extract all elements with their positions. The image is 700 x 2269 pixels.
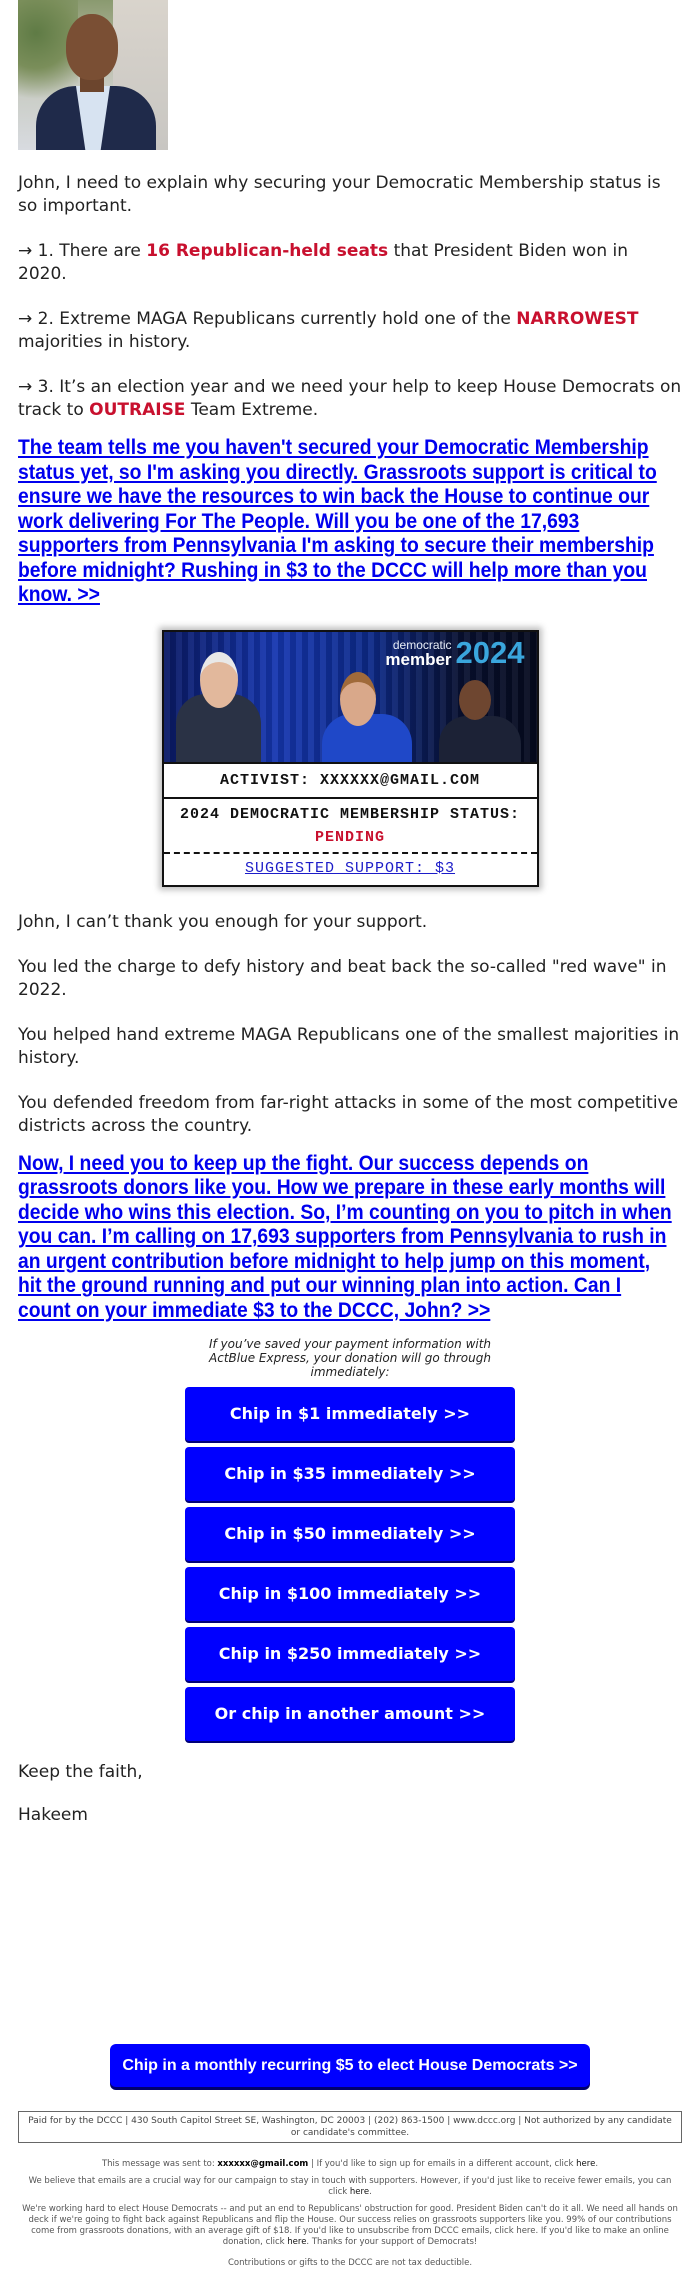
hakeem-portrait-image <box>18 0 168 150</box>
cta-link-membership[interactable]: The team tells me you haven't secured yo… <box>18 436 678 608</box>
paragraph-thanks: John, I can’t thank you enough for your … <box>18 911 428 932</box>
cta-link-fight[interactable]: Now, I need you to keep up the fight. Ou… <box>18 1152 678 1324</box>
donate-1-button[interactable]: Chip in $1 immediately >> <box>185 1387 515 1441</box>
brand-member: member <box>385 649 452 669</box>
point-3-suffix: Team Extreme. <box>185 400 319 420</box>
sent-to-suffix: | If you'd like to sign up for emails in… <box>308 2159 577 2169</box>
donate-250-button[interactable]: Chip in $250 immediately >> <box>185 1627 515 1681</box>
paragraph-defended: You defended freedom from far-right atta… <box>18 1092 679 1136</box>
signoff: Keep the faith, <box>18 1762 143 1782</box>
sent-to-line: This message was sent to: xxxxxx@gmail.c… <box>18 2159 682 2170</box>
fewer-emails-link[interactable]: here <box>350 2187 369 2197</box>
point-2-prefix: → 2. Extreme MAGA Republicans currently … <box>18 309 517 329</box>
donate-100-button[interactable]: Chip in $100 immediately >> <box>185 1567 515 1621</box>
tax-deductible-note: Contributions or gifts to the DCCC are n… <box>227 2258 473 2268</box>
point-1: → 1. There are 16 Republican-held seats … <box>18 240 682 286</box>
card-status-label: 2024 DEMOCRATIC MEMBERSHIP STATUS: <box>179 805 521 823</box>
photo-person-jeffries <box>438 679 521 762</box>
membership-card[interactable]: democratic member 2024 ACTIVIST: XXXXXX@… <box>161 629 539 887</box>
photo-person-pelosi <box>321 671 412 762</box>
point-2-highlight: NARROWEST <box>516 309 639 329</box>
paragraph-red-wave: You led the charge to defy history and b… <box>18 956 667 1000</box>
email-body: John, I need to explain why securing you… <box>0 0 700 1827</box>
point-2: → 2. Extreme MAGA Republicans currently … <box>18 308 682 354</box>
signup-different-account-link[interactable]: here <box>576 2159 595 2169</box>
card-activist-email: ACTIVIST: XXXXXX@GMAIL.COM <box>163 761 537 799</box>
actblue-express-note: If you’ve saved your payment information… <box>208 1337 492 1379</box>
sent-to-period: . <box>595 2159 599 2169</box>
photo-head <box>66 14 118 80</box>
sent-to-email: xxxxxx@gmail.com <box>217 2159 309 2169</box>
fewer-emails-period: . <box>369 2187 372 2197</box>
monthly-recurring-button[interactable]: Chip in a monthly recurring $5 to elect … <box>110 2044 590 2087</box>
fewer-emails-line: We believe that emails are a crucial way… <box>18 2176 682 2198</box>
brand-year: 2024 <box>455 634 525 670</box>
online-donation-link[interactable]: here <box>287 2237 306 2247</box>
signature: Hakeem <box>18 1805 88 1825</box>
suggested-support-link[interactable]: SUGGESTED SUPPORT: $3 <box>245 860 455 877</box>
donate-50-button[interactable]: Chip in $50 immediately >> <box>185 1507 515 1561</box>
card-photo-banner[interactable]: democratic member 2024 <box>163 631 537 762</box>
intro-paragraph: John, I need to explain why securing you… <box>18 173 661 216</box>
donate-other-amount-button[interactable]: Or chip in another amount >> <box>185 1687 515 1741</box>
paragraph-majorities: You helped hand extreme MAGA Republicans… <box>18 1024 680 1068</box>
paid-for-disclaimer: Paid for by the DCCC | 430 South Capitol… <box>18 2111 682 2143</box>
photo-person-biden <box>175 651 261 762</box>
point-3-highlight: OUTRAISE <box>89 400 186 420</box>
donate-35-button[interactable]: Chip in $35 immediately >> <box>185 1447 515 1501</box>
point-2-suffix: majorities in history. <box>18 332 191 352</box>
point-3: → 3. It’s an election year and we need y… <box>18 376 682 422</box>
card-suggested-row: SUGGESTED SUPPORT: $3 <box>164 854 537 885</box>
working-hard-suffix: . Thanks for your support of Democrats! <box>306 2237 478 2247</box>
card-brand-logo: democratic member 2024 <box>385 634 525 670</box>
card-status-value: PENDING <box>163 825 537 854</box>
brand-democratic: democratic <box>392 637 452 652</box>
point-1-prefix: → 1. There are <box>18 241 147 261</box>
point-1-highlight: 16 Republican-held seats <box>146 241 389 261</box>
sent-to-prefix: This message was sent to: <box>101 2159 218 2169</box>
working-hard-line: We're working hard to elect House Democr… <box>18 2204 682 2248</box>
